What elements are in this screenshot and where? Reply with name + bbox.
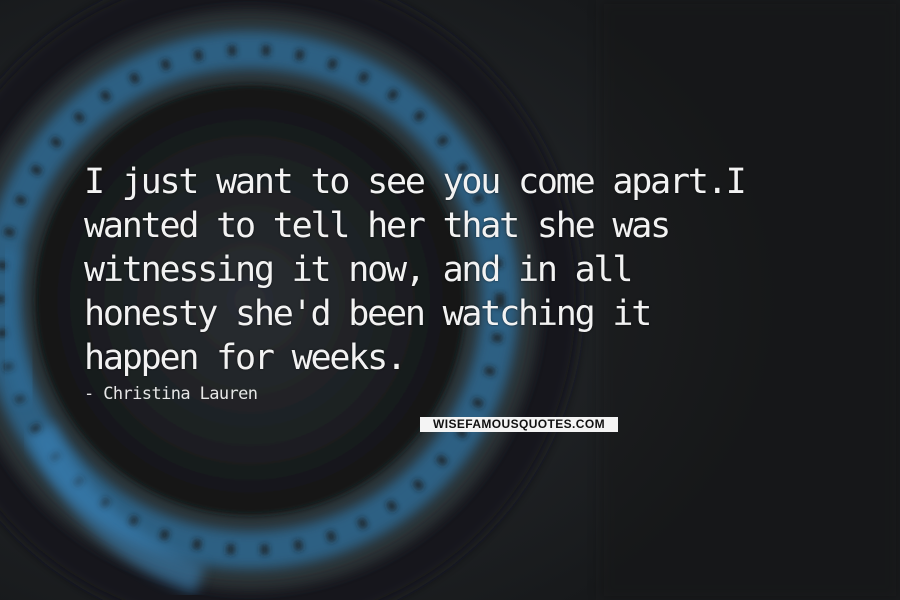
quote-line: I just want to see you come apart.I <box>84 162 747 202</box>
quote-image: I just want to see you come apart.I want… <box>0 0 900 600</box>
quote-line: happen for weeks. <box>84 338 407 378</box>
site-watermark: WISEFAMOUSQUOTES.COM <box>420 417 618 432</box>
quote-line: witnessing it now, and in all <box>84 250 633 290</box>
quote-text: I just want to see you come apart.I want… <box>84 160 804 380</box>
quote-line: honesty she'd been watching it <box>84 294 652 334</box>
quote-author: - Christina Lauren <box>84 384 258 404</box>
quote-line: wanted to tell her that she was <box>84 206 671 246</box>
